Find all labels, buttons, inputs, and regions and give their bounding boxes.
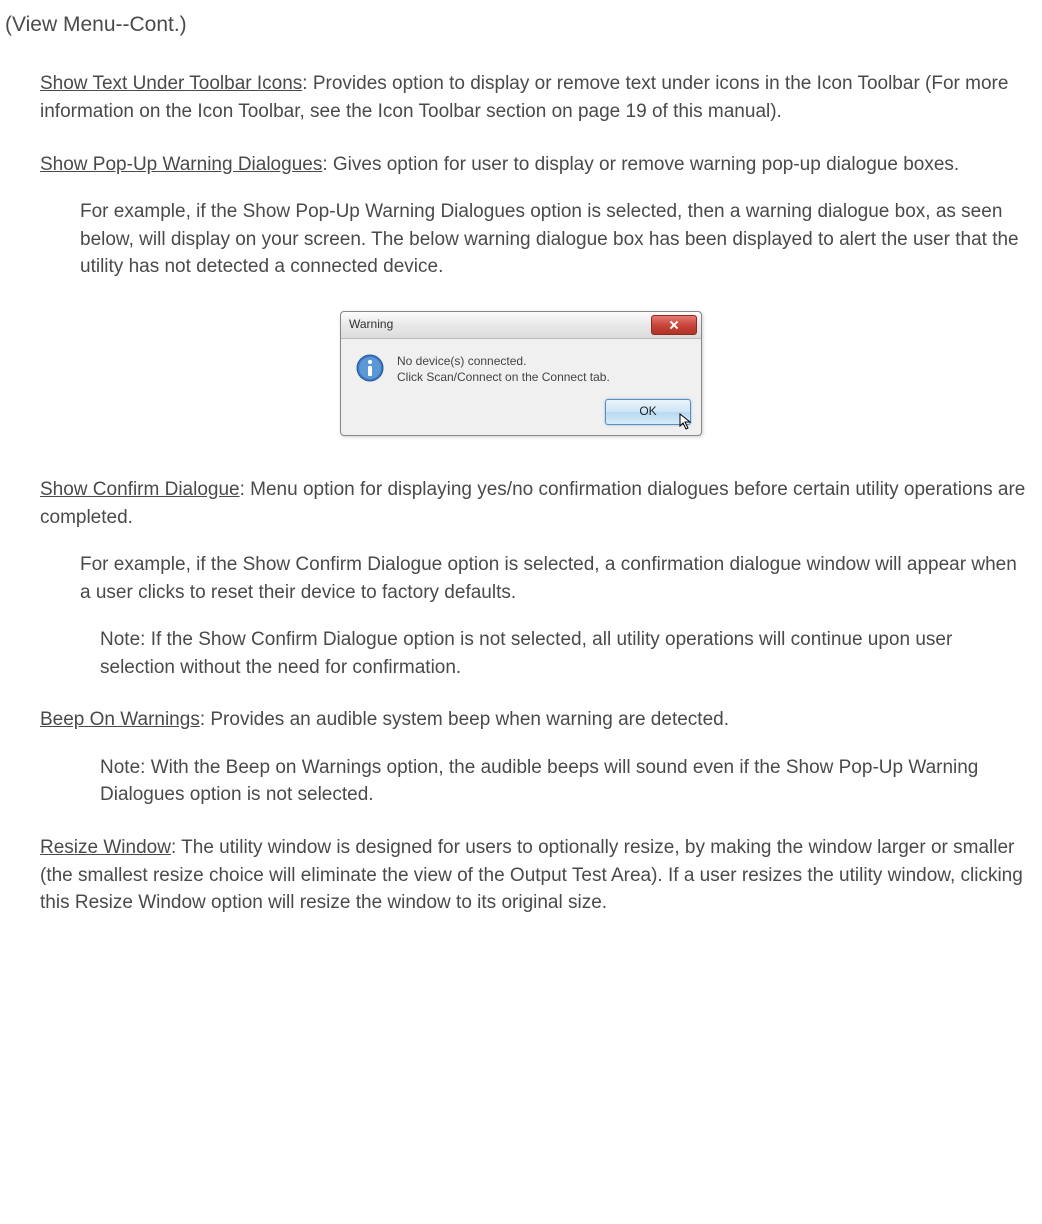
- dialog-footer: OK: [341, 393, 701, 435]
- cursor-icon: [679, 413, 693, 431]
- section-show-confirm: Show Confirm Dialogue: Menu option for d…: [40, 476, 1037, 681]
- section-show-popup: Show Pop-Up Warning Dialogues: Gives opt…: [40, 151, 1037, 281]
- dialog-titlebar: Warning: [341, 312, 701, 339]
- term-beep: Beep On Warnings: [40, 709, 200, 730]
- term-show-popup: Show Pop-Up Warning Dialogues: [40, 154, 322, 175]
- dialog-figure: Warning No device(s) connected. Click Sc…: [5, 311, 1037, 436]
- term-show-text: Show Text Under Toolbar Icons: [40, 73, 302, 94]
- dialog-line-2: Click Scan/Connect on the Connect tab.: [397, 369, 610, 385]
- body-resize: : The utility window is designed for use…: [40, 837, 1023, 913]
- body-beep: : Provides an audible system beep when w…: [200, 709, 729, 730]
- dialog-body: No device(s) connected. Click Scan/Conne…: [341, 339, 701, 393]
- note-show-confirm: Note: If the Show Confirm Dialogue optio…: [100, 626, 1017, 681]
- info-icon: [355, 353, 385, 383]
- body-show-popup: : Gives option for user to display or re…: [322, 154, 959, 175]
- section-resize: Resize Window: The utility window is des…: [40, 834, 1037, 917]
- example-show-popup: For example, if the Show Pop-Up Warning …: [80, 198, 1027, 281]
- section-beep: Beep On Warnings: Provides an audible sy…: [40, 706, 1037, 809]
- example-show-confirm: For example, if the Show Confirm Dialogu…: [80, 551, 1027, 606]
- page-title: (View Menu--Cont.): [5, 10, 1037, 40]
- dialog-text: No device(s) connected. Click Scan/Conne…: [397, 353, 610, 385]
- note-beep: Note: With the Beep on Warnings option, …: [100, 754, 1017, 809]
- close-icon[interactable]: [651, 315, 697, 335]
- term-resize: Resize Window: [40, 837, 171, 858]
- dialog-line-1: No device(s) connected.: [397, 353, 610, 369]
- warning-dialog: Warning No device(s) connected. Click Sc…: [340, 311, 702, 436]
- section-show-text: Show Text Under Toolbar Icons: Provides …: [40, 70, 1037, 125]
- dialog-title: Warning: [349, 316, 393, 333]
- term-show-confirm: Show Confirm Dialogue: [40, 479, 240, 500]
